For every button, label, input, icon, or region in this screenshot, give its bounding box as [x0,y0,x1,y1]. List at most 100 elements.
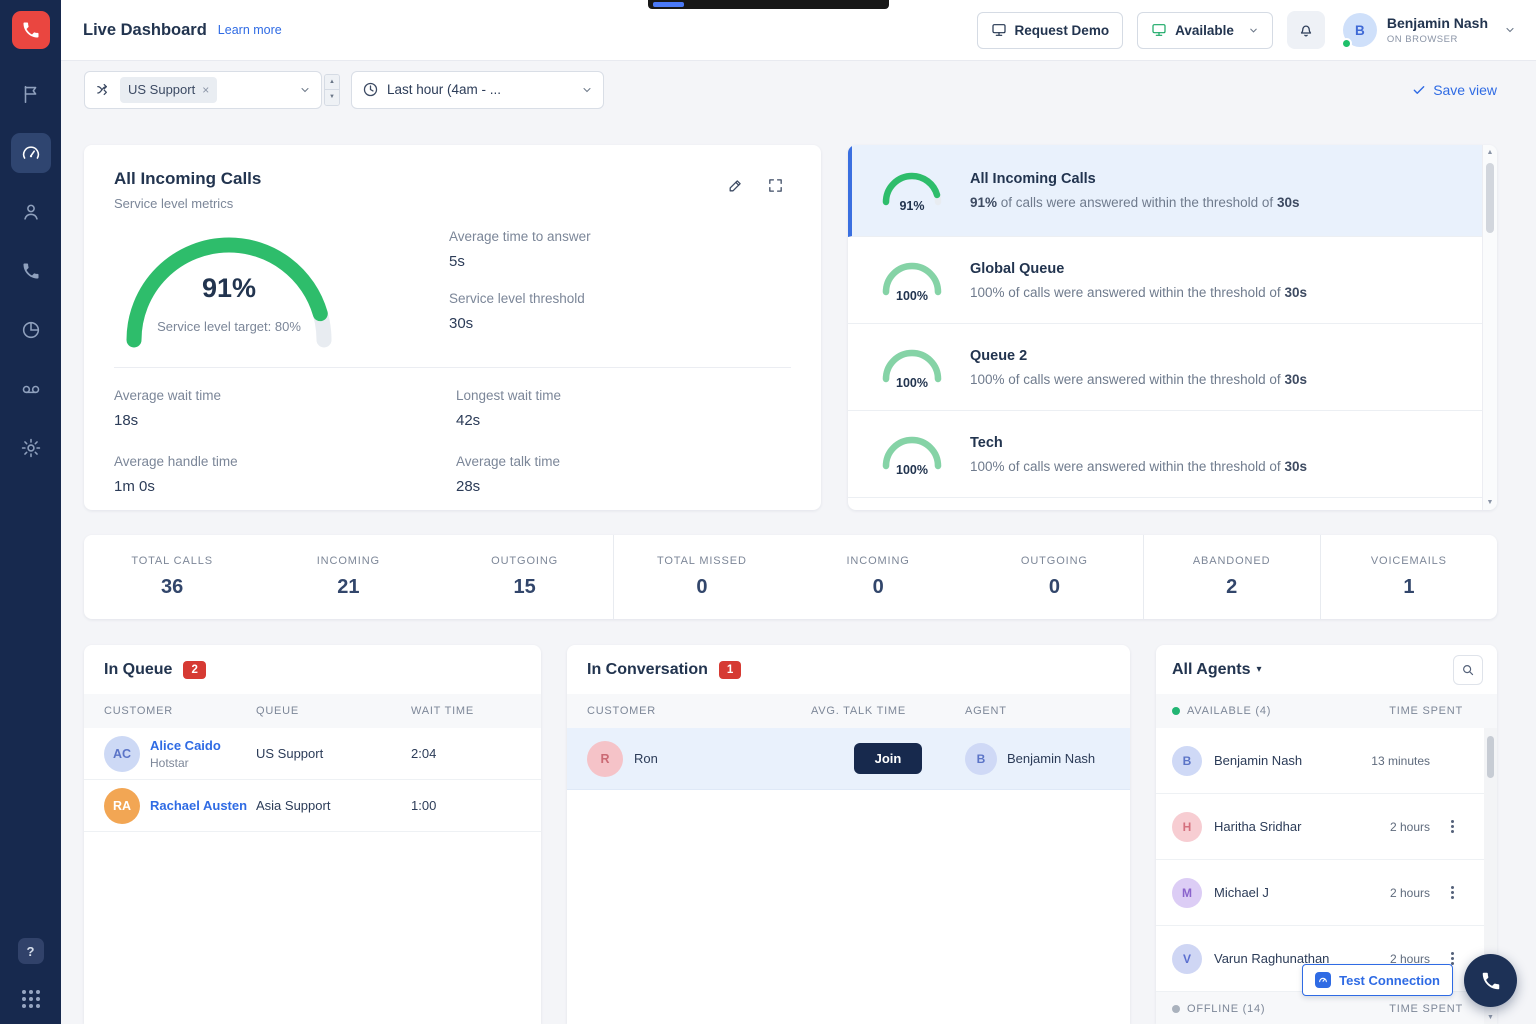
chevron-down-icon [1504,24,1516,36]
sidebar-item-calls[interactable] [11,251,51,291]
online-status-dot [1341,38,1352,49]
agent-name: Benjamin Nash [1214,753,1371,768]
dialer-fab[interactable] [1464,954,1517,1007]
stat-abandoned: ABANDONED2 [1143,535,1320,619]
screen-recording-indicator [648,0,889,9]
metric-value: 5s [449,253,591,270]
agent-avatar: B [1172,746,1202,776]
gauge-target-label: Service level target: 80% [114,319,344,334]
sidebar-item-dashboard[interactable] [11,133,51,173]
sidebar-item-onboarding[interactable] [11,74,51,114]
sidebar-item-voicemail[interactable] [11,369,51,409]
kebab-icon [1451,891,1454,894]
queue-filter-chip[interactable]: US Support × [120,77,217,103]
service-level-card: All Incoming Calls Service level metrics [84,145,821,510]
scrollbar-thumb[interactable] [1486,163,1494,233]
main-area: Live Dashboard Learn more Request Demo A… [61,0,1536,1024]
availability-dropdown[interactable]: Available [1137,12,1273,49]
table-row: R Ron Join B Benjamin Nash [567,728,1130,790]
test-connection-button[interactable]: Test Connection [1302,964,1453,996]
monitor-status-icon [1151,22,1167,38]
notifications-button[interactable] [1287,11,1325,49]
check-icon [1412,83,1426,97]
metric-value: 28s [456,478,791,495]
sidebar-bottom: ? [18,938,44,1008]
scroll-up-icon[interactable]: ▲ [1483,149,1497,156]
queue-list-item[interactable]: 100% Tech 100% of calls were answered wi… [848,411,1497,498]
clock-icon [362,81,379,98]
agent-avatar: M [1172,878,1202,908]
agent-time-spent: 2 hours [1390,886,1430,900]
page-title: Live Dashboard [83,21,207,40]
queues-scrollbar[interactable]: ▲ ▼ [1482,145,1497,510]
stat-outgoing: OUTGOING15 [437,535,613,619]
expand-button[interactable] [759,169,791,201]
customer-name-link[interactable]: Alice Caido [150,738,221,753]
request-demo-label: Request Demo [1015,23,1110,38]
scrollbar-thumb[interactable] [1487,736,1494,778]
in-conversation-title: In Conversation [587,661,708,679]
all-agents-title[interactable]: All Agents [1172,661,1251,679]
scroll-down-icon[interactable]: ▼ [1484,1014,1497,1021]
indicator-accent [653,2,684,7]
call-stats-row: TOTAL CALLS36 INCOMING21 OUTGOING15 TOTA… [84,535,1497,619]
customer-company: Hotstar [150,756,221,770]
time-filter-label: Last hour (4am - ... [387,82,501,97]
test-connection-label: Test Connection [1339,973,1440,988]
apps-grid-icon[interactable] [22,990,40,1008]
service-level-gauge: 91% Service level target: 80% [114,225,344,353]
call-icon [21,261,41,281]
help-button[interactable]: ? [18,938,44,964]
fullscreen-icon [767,177,784,194]
queue-filter-dropdown[interactable]: US Support × [84,71,322,109]
agent-menu-button[interactable] [1443,881,1461,905]
app-logo[interactable] [12,11,50,49]
chip-remove-icon[interactable]: × [202,83,209,97]
wait-time-cell: 2:04 [411,746,521,761]
queue-gauge: 91% [876,168,948,213]
save-view-button[interactable]: Save view [1412,82,1497,98]
availability-label: Available [1175,23,1234,38]
learn-more-link[interactable]: Learn more [218,23,282,37]
queue-list-item[interactable]: 100% Queue 2 100% of calls were answered… [848,324,1497,411]
stepper-down-icon[interactable]: ▼ [325,90,339,105]
kebab-icon [1451,825,1454,828]
topbar: Live Dashboard Learn more Request Demo A… [61,0,1536,61]
stat-incoming: INCOMING21 [260,535,436,619]
queue-name: Tech [970,435,1307,451]
join-button[interactable]: Join [854,743,923,774]
sidebar-item-contacts[interactable] [11,192,51,232]
queue-cell: Asia Support [256,798,411,813]
scroll-down-icon[interactable]: ▼ [1483,499,1497,506]
queue-gauge: 100% [876,432,948,477]
sidebar-item-settings[interactable] [11,428,51,468]
table-row: AC Alice Caido Hotstar US Support 2:04 [84,728,541,780]
agent-avatar: H [1172,812,1202,842]
agent-name: Michael J [1214,885,1390,900]
edit-button[interactable] [719,169,751,201]
user-menu[interactable]: B Benjamin Nash ON BROWSER [1343,13,1516,47]
agent-row: M Michael J 2 hours [1156,860,1497,926]
speed-test-icon [1315,972,1331,988]
service-card-title: All Incoming Calls [114,169,261,189]
request-demo-button[interactable]: Request Demo [977,12,1124,49]
queue-list-item[interactable]: 91% All Incoming Calls 91% of calls were… [848,145,1497,237]
agents-search-button[interactable] [1453,655,1483,685]
queue-name: All Incoming Calls [970,171,1299,187]
queue-list-item[interactable]: 100% Global Queue 100% of calls were ans… [848,237,1497,324]
time-filter-dropdown[interactable]: Last hour (4am - ... [351,71,604,109]
in-queue-title: In Queue [104,661,172,679]
agent-name: Benjamin Nash [1007,751,1095,766]
customer-name-link[interactable]: Rachael Austen [150,798,247,813]
offline-status-dot [1172,1005,1180,1013]
phone-icon [1480,970,1502,992]
agent-name: Haritha Sridhar [1214,819,1390,834]
stat-total-calls: TOTAL CALLS36 [84,535,260,619]
agent-menu-button[interactable] [1443,815,1461,839]
sidebar-item-analytics[interactable] [11,310,51,350]
stepper-up-icon[interactable]: ▲ [325,75,339,91]
stat-missed-outgoing: OUTGOING0 [966,535,1142,619]
metric-label: Longest wait time [456,388,791,403]
agent-time-spent: 13 minutes [1371,754,1430,768]
stat-voicemails: VOICEMAILS1 [1320,535,1497,619]
